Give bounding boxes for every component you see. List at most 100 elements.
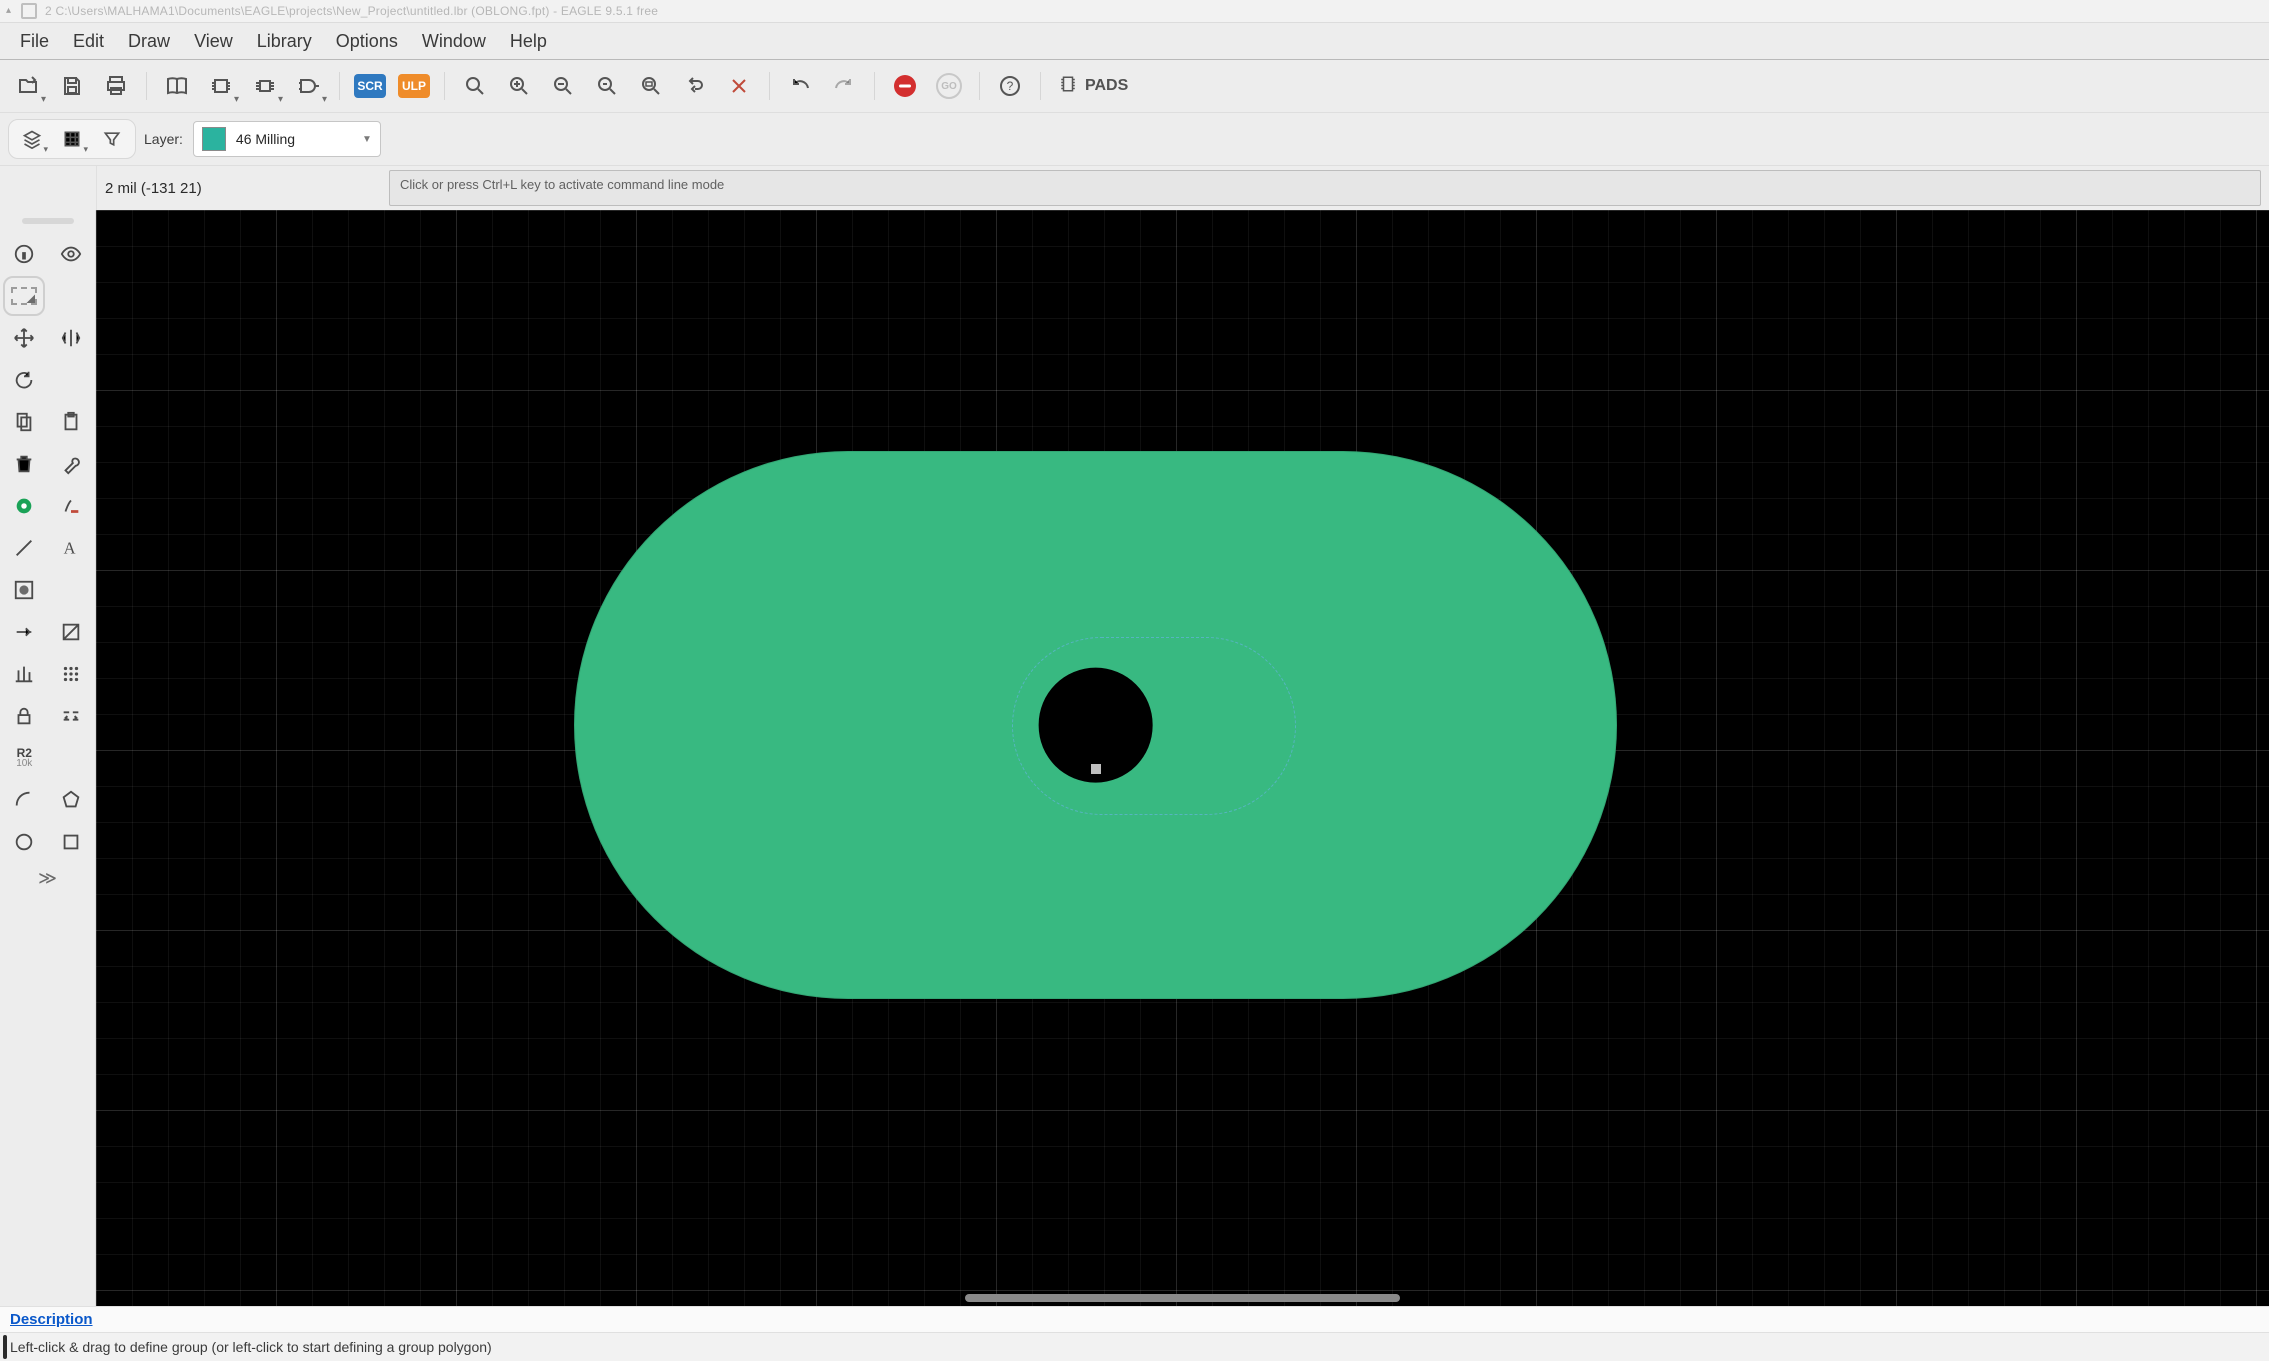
menu-window[interactable]: Window — [412, 27, 496, 56]
funnel-icon — [102, 129, 122, 149]
package-icon — [253, 74, 277, 98]
scr-button[interactable]: SCR — [350, 66, 390, 106]
show-tool[interactable] — [52, 236, 90, 272]
toolbar-separator — [339, 72, 340, 100]
grid-settings-button[interactable]: ▾ — [55, 124, 89, 154]
copy-icon — [13, 411, 35, 433]
group-tool[interactable] — [5, 278, 43, 314]
move-tool[interactable] — [5, 320, 43, 356]
undo-redo-cycle-button[interactable] — [675, 66, 715, 106]
help-button[interactable]: ? — [990, 66, 1030, 106]
menu-file[interactable]: File — [10, 27, 59, 56]
zoom-out-icon — [551, 74, 575, 98]
save-icon — [60, 74, 84, 98]
rotate-tool[interactable] — [5, 362, 43, 398]
ulp-button[interactable]: ULP — [394, 66, 434, 106]
description-link[interactable]: Description — [10, 1311, 93, 1328]
open-icon — [16, 74, 40, 98]
value-tool[interactable]: R2 10k — [5, 740, 43, 776]
change-tool[interactable] — [52, 446, 90, 482]
layers-tools: ▾ ▾ — [8, 119, 136, 159]
route-icon — [13, 621, 35, 643]
zoom-fit-button[interactable] — [455, 66, 495, 106]
layer-selector: Layer: 46 Milling ▼ — [144, 121, 381, 157]
svg-text:?: ? — [1007, 79, 1014, 93]
editor-canvas[interactable] — [96, 210, 2269, 1306]
toc-button[interactable] — [157, 66, 197, 106]
circle-tool[interactable] — [5, 824, 43, 860]
menu-edit[interactable]: Edit — [63, 27, 114, 56]
symbol-button[interactable]: ▾ — [289, 66, 329, 106]
delete-tool[interactable] — [5, 446, 43, 482]
copy-tool[interactable] — [5, 404, 43, 440]
mirror-icon — [60, 327, 82, 349]
toolbar-separator — [444, 72, 445, 100]
go-button[interactable]: GO — [929, 66, 969, 106]
device-icon — [209, 74, 233, 98]
pads-toggle[interactable]: PADS — [1051, 73, 1136, 100]
text-icon: A — [60, 537, 82, 559]
x-icon — [727, 74, 751, 98]
horizontal-scrollbar[interactable] — [965, 1294, 1400, 1302]
paste-tool[interactable] — [52, 404, 90, 440]
layer-label: Layer: — [144, 131, 183, 147]
undo-button[interactable] — [780, 66, 820, 106]
stop-button[interactable] — [885, 66, 925, 106]
menu-library[interactable]: Library — [247, 27, 322, 56]
menu-view[interactable]: View — [184, 27, 243, 56]
line-icon — [13, 537, 35, 559]
dimension-tool[interactable] — [5, 656, 43, 692]
info-tool[interactable] — [5, 236, 43, 272]
palette-grip[interactable] — [22, 218, 74, 224]
text-tool[interactable]: A — [52, 530, 90, 566]
redo-button[interactable] — [824, 66, 864, 106]
command-input[interactable]: Click or press Ctrl+L key to activate co… — [389, 170, 2261, 206]
line-tool[interactable] — [5, 530, 43, 566]
cycle-icon — [683, 74, 707, 98]
snap-tool[interactable] — [52, 698, 90, 734]
coord-row: 2 mil (-131 21) Click or press Ctrl+L ke… — [0, 166, 2269, 210]
route-tool[interactable] — [5, 614, 43, 650]
zoom-out-button[interactable] — [543, 66, 583, 106]
open-button[interactable]: ▾ — [8, 66, 48, 106]
undo-icon — [788, 74, 812, 98]
array-tool[interactable] — [52, 656, 90, 692]
layer-dropdown[interactable]: 46 Milling ▼ — [193, 121, 381, 157]
coord-readout: 2 mil (-131 21) — [97, 174, 377, 203]
filter-button[interactable] — [95, 124, 129, 154]
zoom-select-button[interactable] — [631, 66, 671, 106]
app-icon — [21, 3, 37, 19]
donut-icon — [13, 495, 35, 517]
device-button[interactable]: ▾ — [201, 66, 241, 106]
menu-help[interactable]: Help — [500, 27, 557, 56]
arc-tool[interactable] — [5, 782, 43, 818]
palette-more[interactable]: ≫ — [38, 866, 57, 891]
save-button[interactable] — [52, 66, 92, 106]
cancel-button[interactable] — [719, 66, 759, 106]
rect-tool[interactable] — [52, 824, 90, 860]
package-button[interactable]: ▾ — [245, 66, 285, 106]
pad-shape[interactable] — [574, 451, 1617, 999]
toolbar-separator — [1040, 72, 1041, 100]
toolbar-separator — [979, 72, 980, 100]
menu-draw[interactable]: Draw — [118, 27, 180, 56]
mirror-tool[interactable] — [52, 320, 90, 356]
zoom-in-button[interactable] — [499, 66, 539, 106]
polygon-slash-icon — [60, 621, 82, 643]
polygon-tool[interactable] — [52, 782, 90, 818]
toolbar-separator — [146, 72, 147, 100]
polygon-slash-tool[interactable] — [52, 614, 90, 650]
pads-icon — [1059, 73, 1077, 100]
circle-fill-tool[interactable] — [5, 572, 43, 608]
hole-tool[interactable] — [52, 488, 90, 524]
layers-palette-button[interactable]: ▾ — [15, 124, 49, 154]
lock-tool[interactable] — [5, 698, 43, 734]
help-icon: ? — [998, 74, 1022, 98]
zoom-redraw-icon — [595, 74, 619, 98]
drill-icon — [60, 495, 82, 517]
menu-options[interactable]: Options — [326, 27, 408, 56]
rect-icon — [60, 831, 82, 853]
pad-tool[interactable] — [5, 488, 43, 524]
zoom-redraw-button[interactable] — [587, 66, 627, 106]
print-button[interactable] — [96, 66, 136, 106]
